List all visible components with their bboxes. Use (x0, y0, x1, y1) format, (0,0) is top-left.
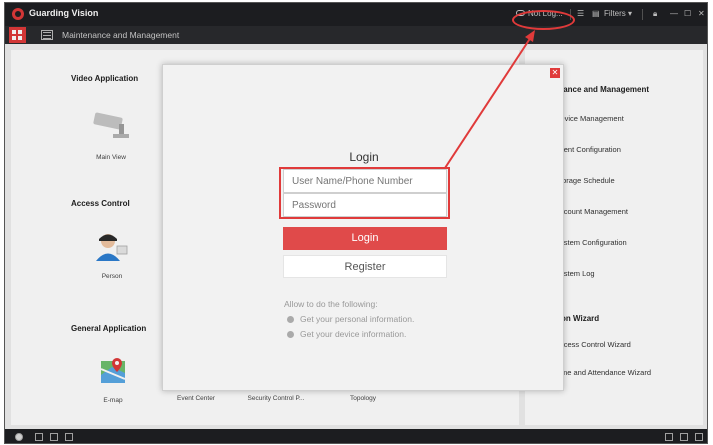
permission-item: Get your personal information. (287, 314, 414, 324)
register-button[interactable]: Register (283, 255, 447, 278)
login-title: Login (349, 150, 379, 164)
bullet-icon (287, 331, 294, 338)
login-dialog: ✕ Login Login Register Allow to do the f… (162, 64, 564, 391)
app-window: Guarding Vision Not Log... ☰ ▤ Filters ▾… (4, 2, 708, 444)
allow-text: Allow to do the following: (284, 299, 378, 309)
bullet-icon (287, 316, 294, 323)
annotation-ellipse (512, 10, 575, 30)
login-button[interactable]: Login (283, 227, 447, 250)
permission-text: Get your personal information. (300, 314, 415, 324)
close-icon[interactable]: ✕ (550, 68, 560, 78)
password-input[interactable] (283, 193, 447, 217)
permission-item: Get your device information. (287, 329, 406, 339)
username-input[interactable] (283, 169, 447, 193)
permission-text: Get your device information. (300, 329, 407, 339)
